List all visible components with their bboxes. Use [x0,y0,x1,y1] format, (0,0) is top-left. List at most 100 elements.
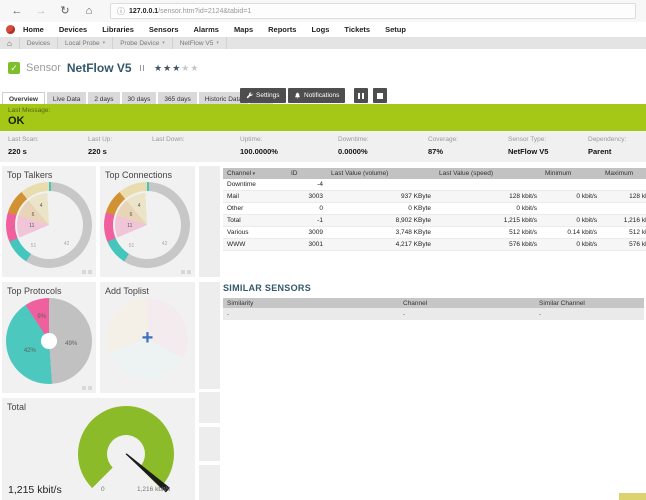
nav-item-sensors[interactable]: Sensors [149,25,179,34]
prtg-sensor-page: ← → ↻ ⌂ ⓘ 127.0.0.1/sensor.htm?id=2124&t… [0,0,646,500]
url-path: /sensor.htm?id=2124&tabid=1 [158,8,251,15]
donut-wedges [115,193,179,257]
nav-item-tickets[interactable]: Tickets [344,25,370,34]
status-field-value: 87% [428,147,508,156]
channel-cell: 128 kbit/s [435,191,541,203]
nav-item-reports[interactable]: Reports [268,25,296,34]
panel-title: Top Protocols [2,282,96,296]
channel-cell [435,179,541,191]
add-toplist-plus-icon[interactable]: + [100,296,195,380]
nav-item-home[interactable]: Home [23,25,44,34]
breadcrumb-item-devices[interactable]: Devices [20,37,58,49]
similar-table-header: SimilarityChannelSimilar Channel [223,298,644,308]
table-row[interactable]: Mail3003937 KByte128 kbit/s0 kbit/s128 k… [223,191,646,203]
status-field-uptime: Uptime: 100.0000% [240,136,338,162]
channel-cell: 0 kbit/s [435,203,541,215]
pause-icon[interactable] [140,65,145,71]
clipped-panel [199,392,220,423]
chart-label: 51 [31,243,37,249]
similar-col-header-channel: Channel [399,298,535,308]
similar-cell: - [223,308,399,320]
nav-item-devices[interactable]: Devices [59,25,87,34]
channel-cell: 3003 [287,191,327,203]
breadcrumb-item-probe-device[interactable]: Probe Device▾ [113,37,173,49]
breadcrumb-label: NetFlow V5 [180,40,214,47]
breadcrumb-item-netflow-v5[interactable]: NetFlow V5▾ [173,37,227,49]
channel-col-header-channel[interactable]: Channel ▾ [223,168,287,179]
top-connections-donut-chart: 11645142 [104,182,190,268]
settings-button[interactable]: Settings [240,88,286,103]
sensor-kind-label: Sensor [26,62,61,74]
breadcrumb-item-local-probe[interactable]: Local Probe▾ [58,37,113,49]
panel-tool-icons[interactable] [82,386,92,390]
status-field-dependency: Dependency:Parent [588,136,646,162]
star-empty-icon[interactable]: ★ [190,63,199,73]
clipped-panel [199,166,220,277]
nav-item-libraries[interactable]: Libraries [102,25,134,34]
channel-cell: 8,902 KByte [327,215,435,227]
panel-add-toplist[interactable]: Add Toplist + [100,282,195,393]
address-bar[interactable]: ⓘ 127.0.0.1/sensor.htm?id=2124&tabid=1 [110,3,636,19]
chart-label: 9% [37,314,46,320]
table-row[interactable]: Downtime-4 [223,179,646,191]
channel-table: Channel ▾IDLast Value (volume)Last Value… [223,168,646,251]
back-icon[interactable]: ← [10,0,24,22]
table-row[interactable]: Other00 KByte0 kbit/s [223,203,646,215]
nav-item-alarms[interactable]: Alarms [194,25,219,34]
channel-cell: 0 [287,203,327,215]
gauge-min-label: 0 [101,486,105,493]
panel-tool-icons[interactable] [181,270,191,274]
nav-item-logs[interactable]: Logs [311,25,329,34]
channel-col-header-last-value-speed[interactable]: Last Value (speed) [435,168,541,179]
star-empty-icon[interactable]: ★ [181,63,190,73]
notifications-button[interactable]: Notifications [288,88,345,103]
status-field-label: Sensor Type: [508,136,588,143]
table-row[interactable]: Various30093,748 KByte512 kbit/s0.14 kbi… [223,227,646,239]
nav-item-setup[interactable]: Setup [385,25,406,34]
channel-cell: Downtime [223,179,287,191]
nav-item-maps[interactable]: Maps [234,25,253,34]
table-row[interactable]: Total-18,902 KByte1,215 kbit/s0 kbit/s1,… [223,215,646,227]
status-field-value: 0.0000% [338,147,428,156]
table-row[interactable]: WWW30014,217 KByte576 kbit/s0 kbit/s576 … [223,239,646,251]
channel-cell: WWW [223,239,287,251]
channel-cell [327,179,435,191]
status-field-label: Last Scan: [8,136,88,143]
clipped-panel [199,282,220,389]
refresh-icon[interactable]: ↻ [58,0,72,22]
breadcrumb-home[interactable]: ⌂ [0,37,20,49]
similar-col-header-similarity: Similarity [223,298,399,308]
main-nav: Home Devices Libraries Sensors Alarms Maps Rep… [0,22,646,37]
site-info-icon[interactable]: ⓘ [117,6,125,17]
channel-cell: 4,217 KByte [327,239,435,251]
clipped-panel [199,427,220,461]
chevron-down-icon: ▾ [103,40,106,46]
status-field-label: Uptime: [240,136,338,143]
forward-icon[interactable]: → [34,0,48,22]
channel-col-header-last-value-volume[interactable]: Last Value (volume) [327,168,435,179]
panel-tool-icons[interactable] [82,270,92,274]
stop-button[interactable] [373,88,387,103]
status-field-label: Downtime: [338,136,428,143]
panel-top-connections[interactable]: Top Connections 11645142 [100,166,195,277]
channel-col-header-id[interactable]: ID [287,168,327,179]
channel-col-header-minimum[interactable]: Minimum [541,168,601,179]
priority-stars[interactable]: ★★★★★ [154,63,199,74]
channel-cell: 0.14 kbit/s [541,227,601,239]
notifications-button-label: Notifications [304,92,339,99]
star-filled-icon[interactable]: ★ [163,63,172,73]
channel-col-header-maximum[interactable]: Maximum [601,168,646,179]
status-field-value: 100.0000% [240,147,338,156]
star-filled-icon[interactable]: ★ [172,63,181,73]
panel-total-gauge[interactable]: Total 1,215 kbit/s 0 1,216 kbit/s [2,398,195,500]
panel-top-protocols[interactable]: Top Protocols 49%42%9% [2,282,96,393]
status-field-sensor-type: Sensor Type:NetFlow V5 [508,136,588,162]
clipped-footer-element [619,493,646,500]
star-filled-icon[interactable]: ★ [154,63,163,73]
browser-home-icon[interactable]: ⌂ [82,0,96,22]
status-field-label: Last Down: [152,136,240,143]
pause-button[interactable] [354,88,368,103]
breadcrumb-label: Devices [27,40,50,47]
settings-button-label: Settings [256,92,280,99]
panel-top-talkers[interactable]: Top Talkers 11645142 [2,166,96,277]
